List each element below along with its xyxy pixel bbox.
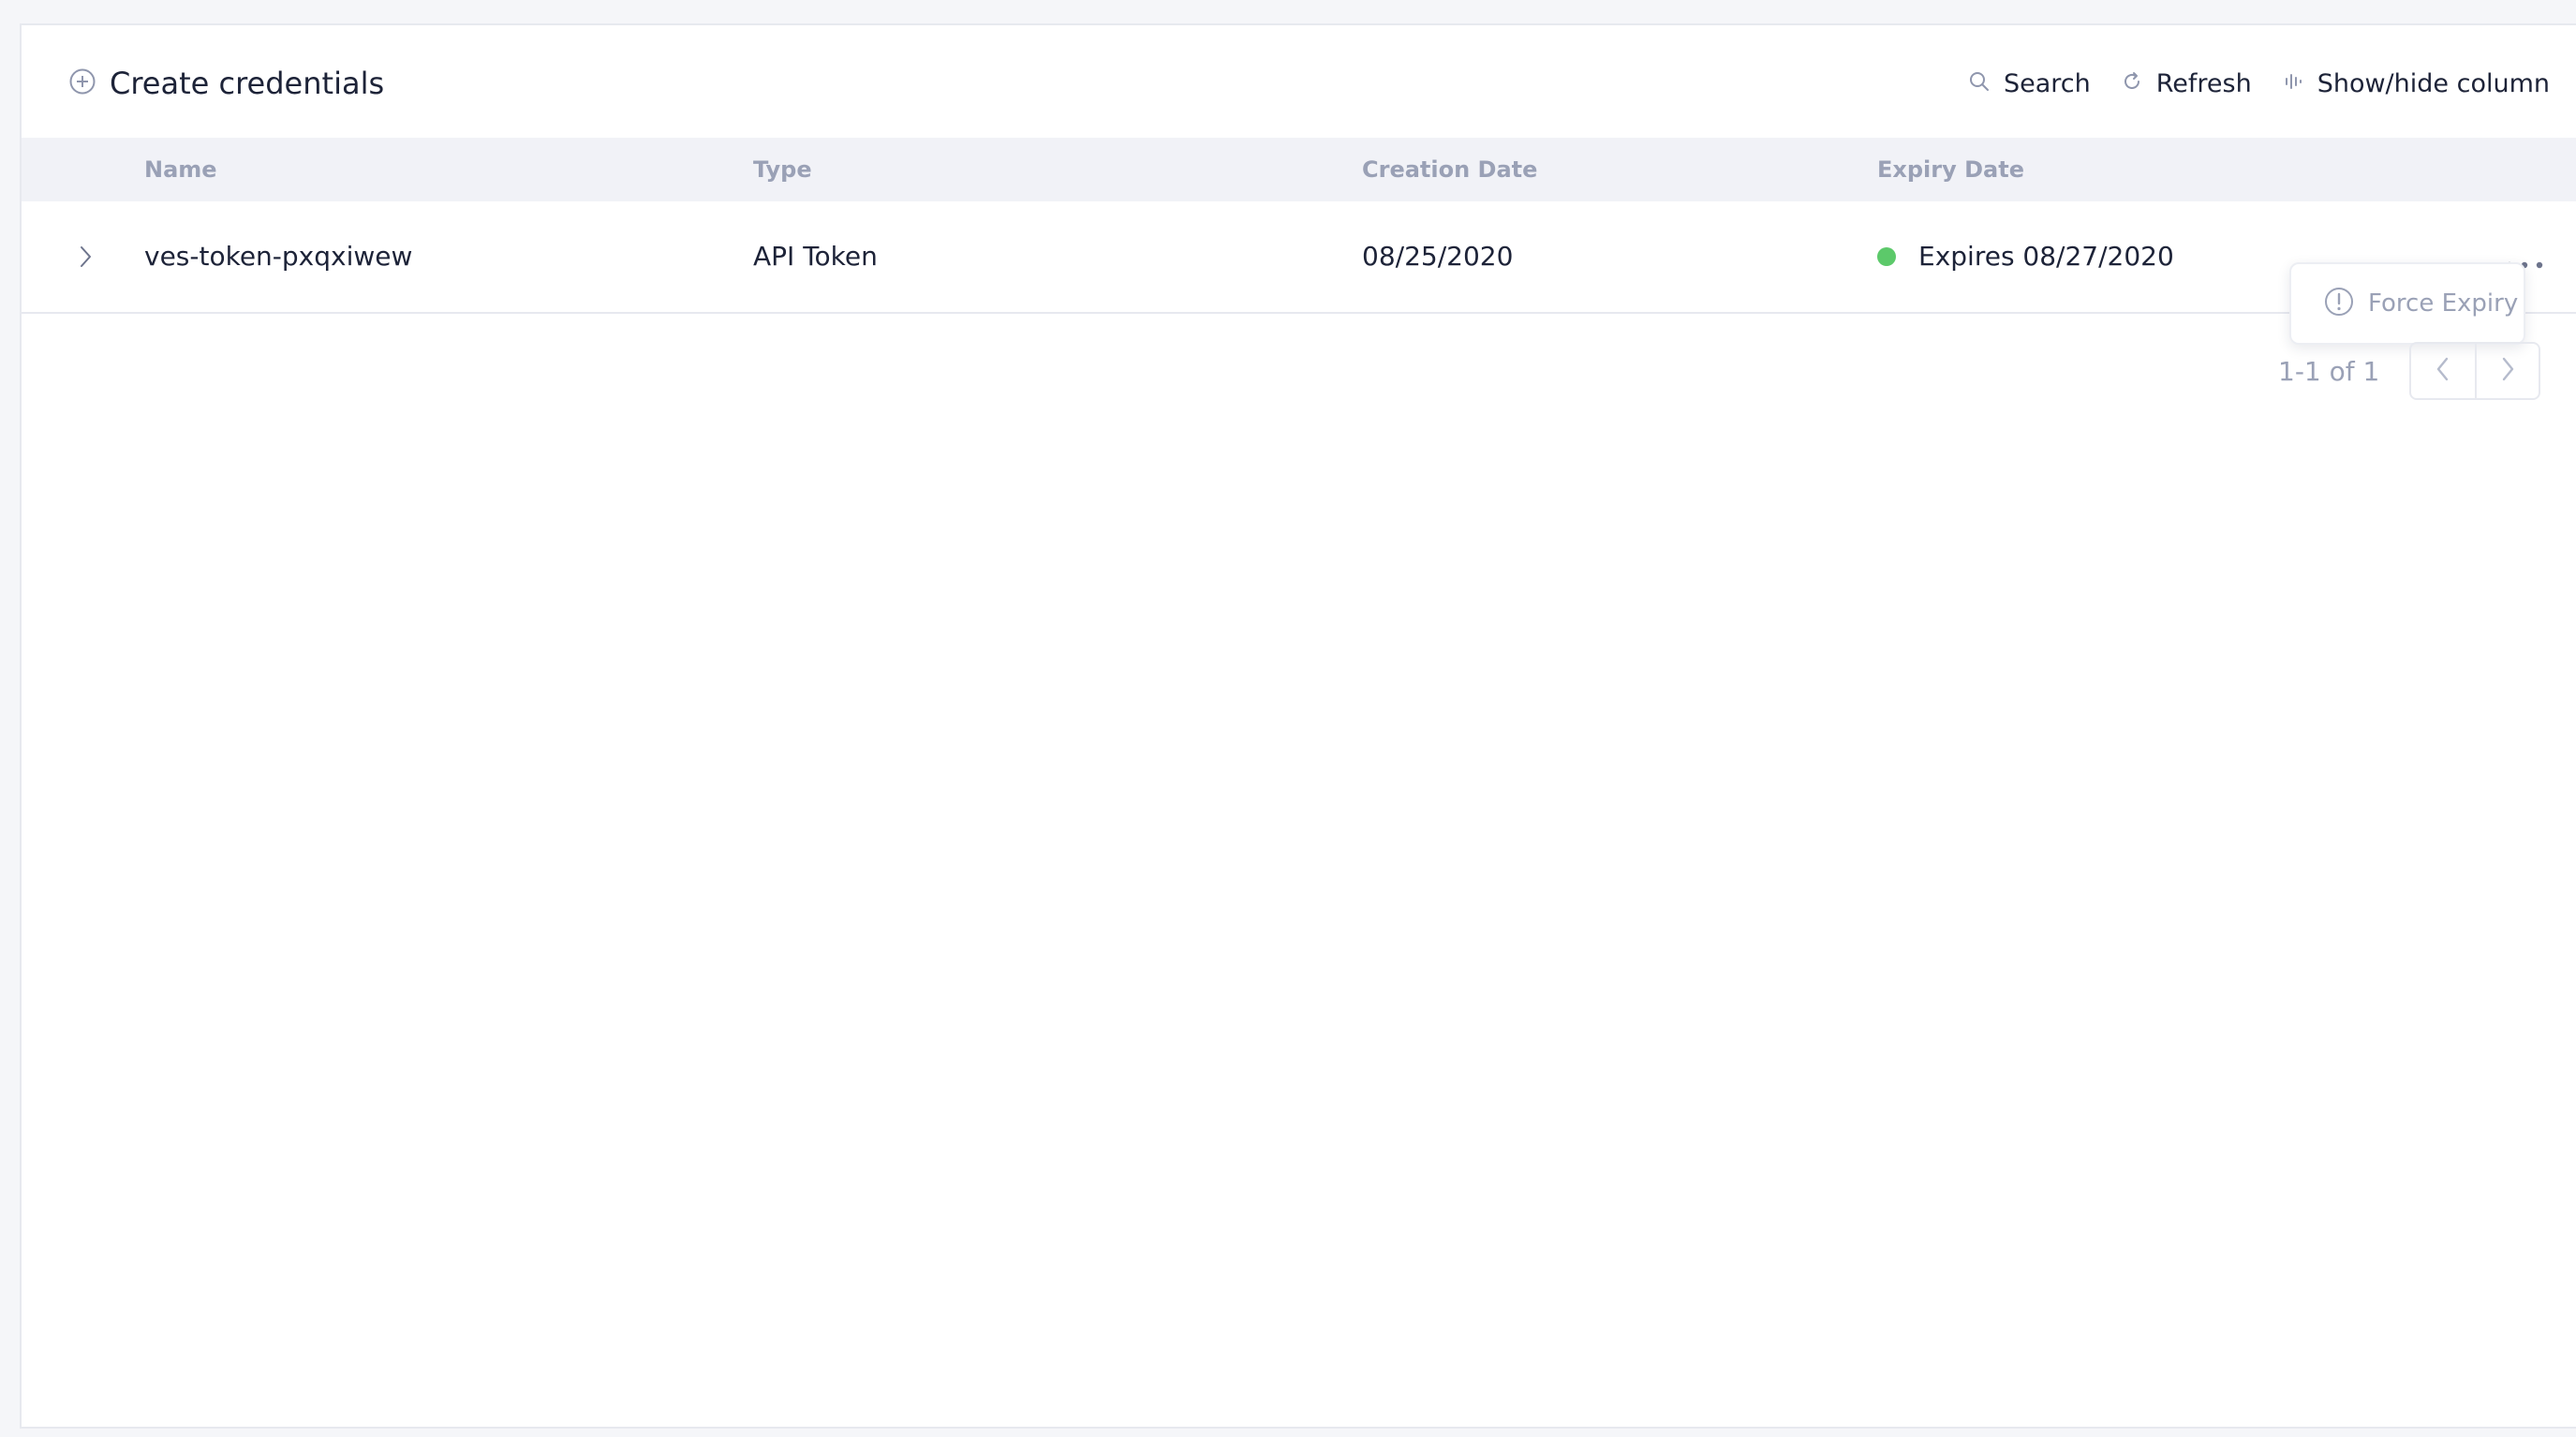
credentials-panel: Create credentials Search Refresh Show/h… [20,23,2576,1429]
previous-page-button[interactable] [2411,344,2475,398]
alert-circle-icon [2323,286,2355,321]
show-hide-column-label: Show/hide column [2317,68,2550,98]
next-page-button[interactable] [2475,344,2539,398]
search-label: Search [2003,68,2091,98]
expiry-label: Expires 08/27/2020 [1918,241,2174,272]
page-info: 1-1 of 1 [2278,355,2380,387]
refresh-icon [2121,70,2143,96]
chevron-right-icon [68,246,102,277]
toolbar: Create credentials Search Refresh Show/h… [22,25,2576,138]
chevron-left-icon [2430,353,2456,389]
refresh-label: Refresh [2155,68,2252,98]
search-button[interactable]: Search [1968,69,2091,98]
cell-creation-date: 08/25/2020 [1362,241,1514,272]
table-header: Name Type Creation Date Expiry Date [22,138,2576,201]
chevron-right-icon [2495,353,2521,389]
force-expiry-label: Force Expiry [2368,289,2519,318]
column-header-name[interactable]: Name [144,138,217,201]
expand-row-button[interactable] [68,240,102,274]
pager [2409,342,2541,400]
cell-expiry-date: Expires 08/27/2020 [1877,201,2174,312]
cell-type: API Token [753,241,878,272]
column-header-creation-date[interactable]: Creation Date [1362,138,1537,201]
cell-name[interactable]: ves-token-pxqxiwew [144,201,412,312]
pagination: 1-1 of 1 [2278,342,2541,400]
refresh-button[interactable]: Refresh [2121,69,2252,98]
column-header-expiry-date[interactable]: Expiry Date [1877,138,2024,201]
column-header-type[interactable]: Type [753,138,812,201]
show-hide-column-button[interactable]: Show/hide column [2282,69,2550,98]
table-row[interactable]: ves-token-pxqxiwew API Token 08/25/2020 … [22,201,2576,314]
plus-circle-icon [68,67,96,99]
create-credentials-label: Create credentials [110,66,385,101]
create-credentials-button[interactable]: Create credentials [68,63,384,104]
columns-icon [2282,70,2304,96]
toolbar-actions: Search Refresh Show/hide column [1968,67,2550,100]
force-expiry-menu-item[interactable]: Force Expiry [2291,264,2524,343]
search-icon [1968,70,1991,96]
status-dot [1877,247,1896,266]
row-actions-menu: Force Expiry [2289,262,2525,345]
